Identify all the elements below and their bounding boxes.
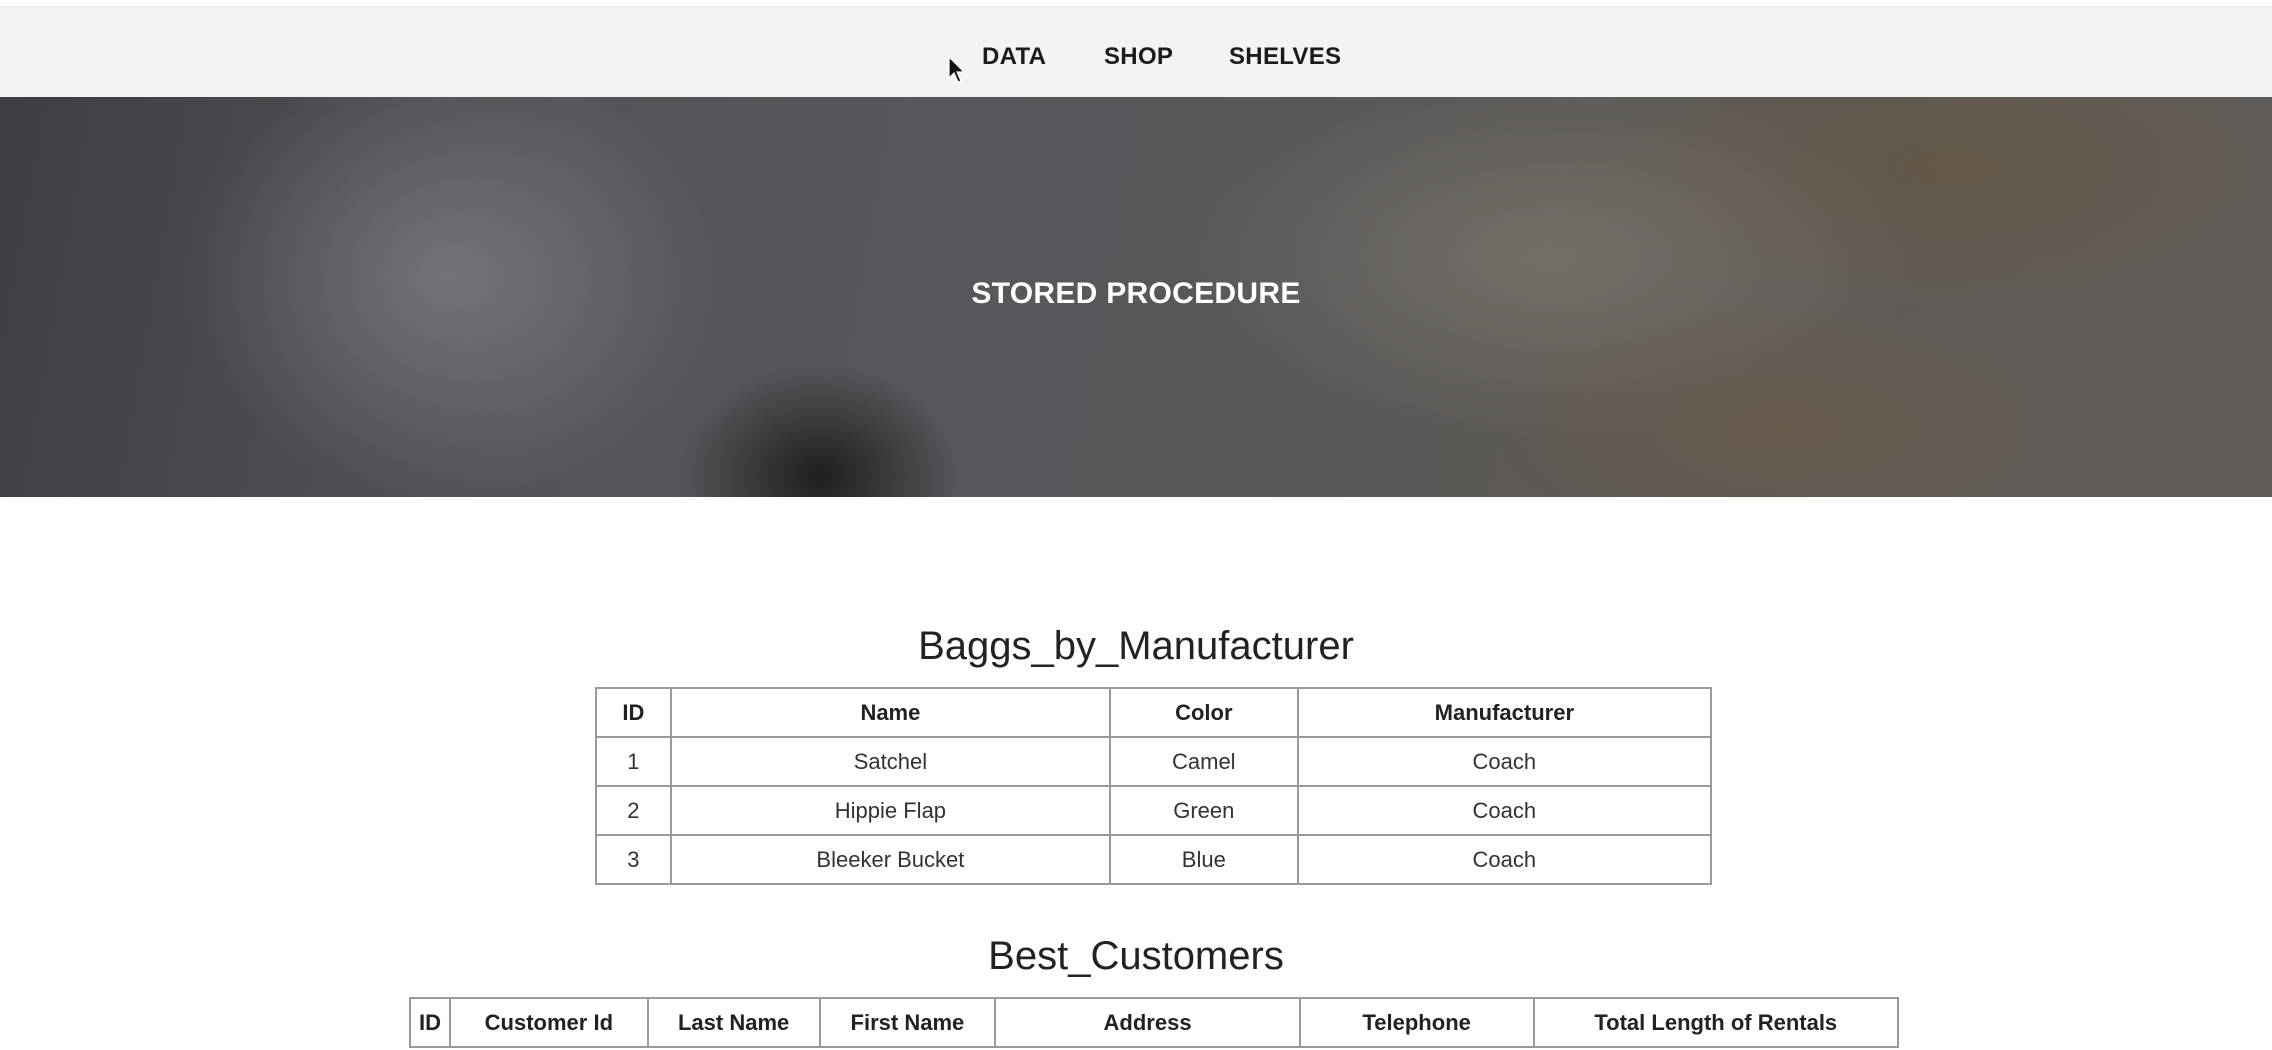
table-header-row: ID Customer Id Last Name First Name Addr…	[409, 997, 1900, 1048]
column-header: Manufacturer	[1296, 687, 1713, 738]
table-cell: Blue	[1108, 834, 1299, 885]
table-cell: Coach	[1296, 736, 1713, 787]
column-header: Last Name	[646, 997, 821, 1048]
table-cell: Satchel	[669, 736, 1111, 787]
table-cell: Coach	[1296, 785, 1713, 836]
customers-table: ID Customer Id Last Name First Name Addr…	[409, 997, 1900, 1048]
main-nav: DATA SHOP SHELVES	[0, 7, 2272, 97]
customers-section-title: Best_Customers	[988, 934, 1284, 978]
table-cell: Green	[1108, 785, 1299, 836]
table-cell: Hippie Flap	[669, 785, 1111, 836]
column-header: Color	[1108, 687, 1299, 738]
column-header: Telephone	[1298, 997, 1535, 1048]
nav-data[interactable]: DATA	[982, 43, 1046, 71]
hero-banner: STORED PROCEDURE	[0, 97, 2272, 497]
column-header: Total Length of Rentals	[1532, 997, 1900, 1048]
top-nav-bar: DATA SHOP SHELVES	[0, 6, 2272, 97]
column-header: ID	[409, 997, 451, 1048]
nav-shop[interactable]: SHOP	[1104, 43, 1173, 71]
nav-shelves[interactable]: SHELVES	[1229, 43, 1341, 71]
table-cell: 3	[595, 834, 672, 885]
table-cell: 2	[595, 785, 672, 836]
table-row: 3 Bleeker Bucket Blue Coach	[595, 834, 1713, 885]
baggs-section-title: Baggs_by_Manufacturer	[918, 624, 1354, 668]
table-cell: Coach	[1296, 834, 1713, 885]
column-header: Address	[994, 997, 1301, 1048]
table-cell: Camel	[1108, 736, 1299, 787]
hero-title: STORED PROCEDURE	[971, 277, 1301, 310]
column-header: Customer Id	[448, 997, 649, 1048]
table-header-row: ID Name Color Manufacturer	[595, 687, 1713, 738]
column-header: Name	[669, 687, 1111, 738]
baggs-table: ID Name Color Manufacturer 1 Satchel Cam…	[595, 687, 1713, 885]
table-row: 1 Satchel Camel Coach	[595, 736, 1713, 787]
column-header: First Name	[818, 997, 997, 1048]
table-cell: Bleeker Bucket	[669, 834, 1111, 885]
mouse-cursor-icon	[948, 56, 966, 83]
column-header: ID	[595, 687, 672, 738]
table-cell: 1	[595, 736, 672, 787]
table-row: 2 Hippie Flap Green Coach	[595, 785, 1713, 836]
